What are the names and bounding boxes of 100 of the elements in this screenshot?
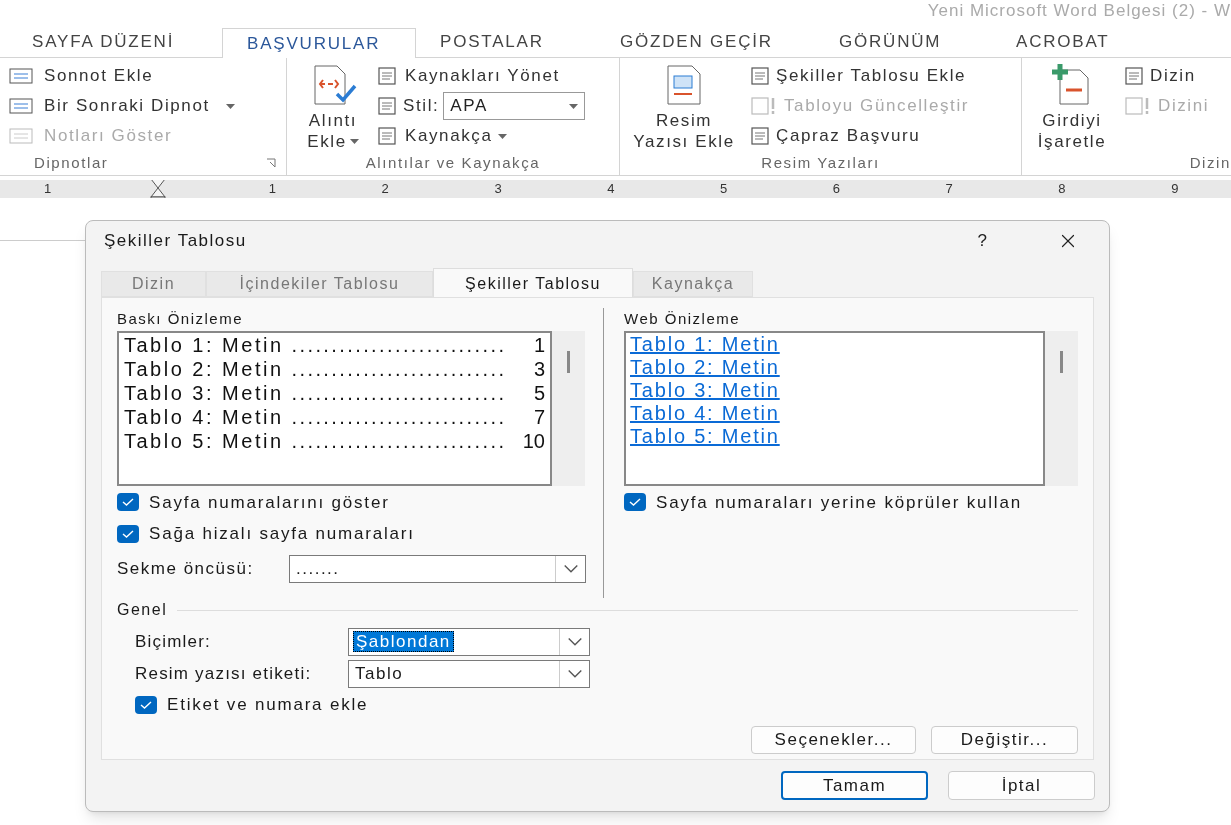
indent-marker-icon[interactable] [150, 180, 166, 198]
ruler-number: 1 [268, 180, 276, 198]
ribbon-command[interactable]: Çapraz Başvuru [750, 124, 970, 148]
entry-title: Tablo 1: Metin [124, 332, 284, 357]
scrollbar[interactable] [552, 330, 585, 486]
entry-title: Tablo 3: Metin [124, 380, 284, 405]
window-title: Yeni Microsoft Word Belgesi (2) - W [927, 0, 1231, 22]
group-label: Resim Yazıları [761, 153, 880, 174]
ribbon-command[interactable]: Kaynakları Yönet [377, 64, 586, 88]
ruler-number: 9 [1171, 180, 1179, 198]
document-icon [750, 126, 772, 146]
document-icon [1124, 66, 1146, 86]
ribbon-tab[interactable]: ACROBAT [992, 27, 1134, 57]
preview-link[interactable]: Tablo 1: Metin [630, 332, 780, 356]
group-label: Dipnotlar [34, 152, 109, 173]
ribbon-command[interactable]: Sonnot Ekle [8, 64, 286, 88]
cancel-button[interactable]: İptal [948, 771, 1095, 800]
checkbox[interactable] [135, 695, 157, 714]
page-number: 3 [533, 356, 545, 381]
ruler-number: 5 [719, 180, 728, 198]
field-label: Biçimler: [135, 631, 212, 654]
group-label: Alıntılar ve Kaynakça [365, 153, 541, 174]
ok-button[interactable]: Tamam [781, 771, 928, 800]
ribbon-command[interactable]: Şekiller Tablosu Ekle [750, 64, 970, 88]
ruler-number: 1 [43, 180, 52, 198]
dialog-button[interactable]: Seçenekler... [751, 725, 916, 754]
ruler-number: 4 [607, 180, 615, 198]
ribbon-command[interactable]: Bir Sonraki Dipnot [8, 94, 286, 118]
caret-icon [225, 103, 235, 109]
field-label: Resim yazısı etiketi: [135, 663, 313, 686]
ruler-number: 2 [381, 180, 389, 198]
preview-link[interactable]: Tablo 2: Metin [630, 355, 780, 379]
ruler-number: 6 [832, 180, 840, 198]
scrollbar[interactable] [1045, 330, 1078, 486]
field-label: Sekme öncüsü: [117, 557, 255, 580]
ribbon-command[interactable]: Dizin [1124, 64, 1210, 88]
ruler-number: 7 [945, 180, 953, 198]
ruler-number: 3 [494, 180, 502, 198]
checkmark-icon [122, 498, 134, 507]
leader-dots: ........................... [291, 332, 507, 357]
chevron-down-icon [567, 638, 582, 646]
tab-leader-dropdown[interactable]: ....... [289, 554, 586, 583]
chevron-down-icon [567, 670, 582, 678]
dialog-tab[interactable]: İçindekiler Tablosu [206, 271, 433, 297]
leader-dots: ........................... [291, 380, 507, 405]
ribbon-tab[interactable]: GÖRÜNÜM [815, 27, 992, 57]
checkbox[interactable] [117, 493, 139, 512]
style-label: Stil: [403, 95, 440, 118]
ribbon-command[interactable]: Kaynakça [377, 124, 586, 148]
dialog-title: Şekiller Tablosu [104, 230, 248, 253]
caret-icon [569, 103, 579, 109]
dialog-tab[interactable]: Dizin [101, 271, 206, 297]
document-stack-icon [377, 66, 399, 86]
checkmark-icon [140, 700, 152, 709]
mark-entry-button[interactable]: Girdiyi İşaretle [1032, 64, 1112, 152]
ribbon-tab[interactable]: SAYFA DÜZENİ [8, 27, 222, 57]
checkmark-icon [122, 529, 134, 538]
leader-dots: ........................... [291, 404, 507, 429]
checkbox-label: Sayfa numaralarını göster [149, 491, 390, 514]
formats-dropdown[interactable]: Şablondan [348, 628, 590, 656]
leader-dots: ........................... [291, 356, 507, 381]
checkbox[interactable] [624, 493, 646, 512]
caption-label-dropdown[interactable]: Tablo [348, 660, 590, 688]
entry-title: Tablo 2: Metin [124, 356, 284, 381]
preview-link[interactable]: Tablo 5: Metin [630, 424, 780, 448]
preview-link[interactable]: Tablo 4: Metin [630, 401, 780, 425]
ribbon-tab[interactable]: GÖZDEN GEÇİR [596, 27, 815, 57]
chevron-down-icon [563, 564, 578, 573]
entry-title: Tablo 5: Metin [124, 428, 284, 453]
checkbox[interactable] [117, 524, 139, 543]
insert-caption-button[interactable]: Resim Yazısı Ekle [626, 64, 742, 152]
page-number: 1 [533, 332, 545, 357]
insert-citation-button[interactable]: Alıntı Ekle [301, 64, 365, 152]
leader-dots: ........................... [291, 428, 507, 453]
dialog-tab[interactable]: Kaynakça [633, 271, 753, 297]
checkmark-icon [629, 498, 641, 507]
checkbox-label: Sağa hizalı sayfa numaraları [149, 523, 415, 545]
dialog-tab[interactable]: Şekiller Tablosu [433, 268, 633, 298]
document-icon [377, 96, 399, 116]
preview-link[interactable]: Tablo 3: Metin [630, 378, 780, 402]
document-icon [750, 66, 772, 86]
help-button[interactable]: ? [977, 228, 987, 254]
section-label: Web Önizleme [624, 309, 742, 329]
entry-title: Tablo 4: Metin [124, 404, 284, 429]
group-label: Dizin [1189, 153, 1231, 174]
caret-icon [498, 133, 508, 139]
section-label: Baskı Önizleme [117, 309, 245, 329]
dialog-button[interactable]: Değiştir... [931, 725, 1078, 754]
section-label: Genel [117, 600, 168, 620]
checkbox-label: Sayfa numaraları yerine köprüler kullan [656, 491, 1022, 514]
style-dropdown[interactable]: APA [443, 92, 586, 120]
page-number: 7 [533, 404, 545, 429]
page-number: 5 [533, 380, 545, 405]
ribbon-tab[interactable]: BAŞVURULAR [222, 28, 416, 58]
document-icon [377, 126, 399, 146]
ribbon-tab[interactable]: POSTALAR [416, 27, 596, 57]
dialog-launcher-icon[interactable] [266, 158, 276, 168]
ruler-number: 8 [1058, 180, 1066, 198]
caret-icon [349, 139, 359, 144]
checkbox-label: Etiket ve numara ekle [167, 694, 369, 716]
